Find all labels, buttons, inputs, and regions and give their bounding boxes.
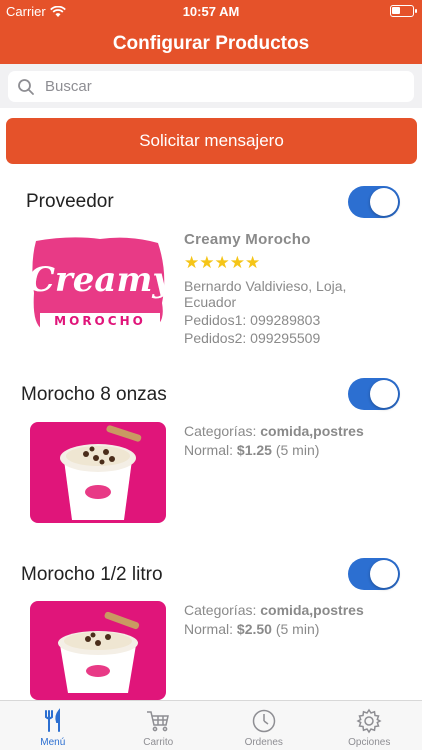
clock-time: 10:57 AM xyxy=(182,4,240,19)
prep-time: (5 min) xyxy=(275,442,320,458)
tab-menu-label: Menú xyxy=(40,737,66,748)
navigation-bar: Carrier 10:57 AM Configurar Productos xyxy=(0,0,422,64)
search-icon xyxy=(18,78,34,95)
tab-orders[interactable]: Ordenes xyxy=(211,701,317,750)
screen: Carrier 10:57 AM Configurar Productos So… xyxy=(0,0,422,750)
categories-label: Categorías: xyxy=(184,602,257,618)
product-categories: Categorías: comida,postres xyxy=(184,601,364,620)
logo-sub-text: MOROCHO xyxy=(54,314,146,328)
fork-knife-icon xyxy=(44,708,60,732)
status-bar: Carrier 10:57 AM xyxy=(0,0,422,22)
product-price: Normal: $2.50 (5 min) xyxy=(184,620,319,639)
provider-phone-2: Pedidos2: 099295509 xyxy=(184,330,321,346)
price-label: Normal: xyxy=(184,442,234,458)
product-toggle[interactable] xyxy=(348,378,400,410)
tab-cart-label: Carrito xyxy=(143,737,174,748)
categories-label: Categorías: xyxy=(184,423,257,439)
provider-address-line2: Ecuador xyxy=(184,294,237,310)
provider-logo: Creamy MOROCHO xyxy=(30,237,170,331)
product-toggle[interactable] xyxy=(348,558,400,590)
provider-toggle[interactable] xyxy=(348,186,400,218)
provider-name: Creamy Morocho xyxy=(184,231,311,248)
product-image xyxy=(30,601,166,700)
search-box[interactable] xyxy=(8,71,414,102)
product-name: Morocho 8 onzas xyxy=(21,384,167,405)
battery-icon xyxy=(390,5,417,17)
provider-phone-1: Pedidos1: 099289803 xyxy=(184,312,321,328)
tab-options-label: Opciones xyxy=(348,737,391,748)
tab-menu[interactable]: Menú xyxy=(0,701,106,750)
tab-bar: Menú Carrito Ordenes Opciones xyxy=(0,700,422,750)
request-courier-button[interactable]: Solicitar mensajero xyxy=(6,118,417,164)
gear-icon xyxy=(356,708,382,734)
search-bar xyxy=(0,64,422,108)
product-price: Normal: $1.25 (5 min) xyxy=(184,441,319,460)
price-label: Normal: xyxy=(184,621,234,637)
tab-cart[interactable]: Carrito xyxy=(106,701,212,750)
categories-value: comida,postres xyxy=(260,423,364,439)
product-image xyxy=(30,422,166,523)
search-input[interactable] xyxy=(45,78,385,95)
logo-script-text: Creamy xyxy=(30,260,170,300)
page-title: Configurar Productos xyxy=(112,33,310,54)
price-value: $1.25 xyxy=(236,442,272,458)
tab-orders-label: Ordenes xyxy=(244,737,283,748)
price-value: $2.50 xyxy=(236,621,272,637)
categories-value: comida,postres xyxy=(260,602,364,618)
clock-icon xyxy=(252,709,275,733)
provider-section-title: Proveedor xyxy=(26,191,114,212)
rating-stars: ★★★★★ xyxy=(184,253,261,272)
product-name: Morocho 1/2 litro xyxy=(21,564,163,585)
prep-time: (5 min) xyxy=(275,621,320,637)
request-courier-label: Solicitar mensajero xyxy=(139,131,284,150)
cart-icon xyxy=(147,711,170,732)
tab-options[interactable]: Opciones xyxy=(317,701,422,750)
product-categories: Categorías: comida,postres xyxy=(184,422,364,441)
